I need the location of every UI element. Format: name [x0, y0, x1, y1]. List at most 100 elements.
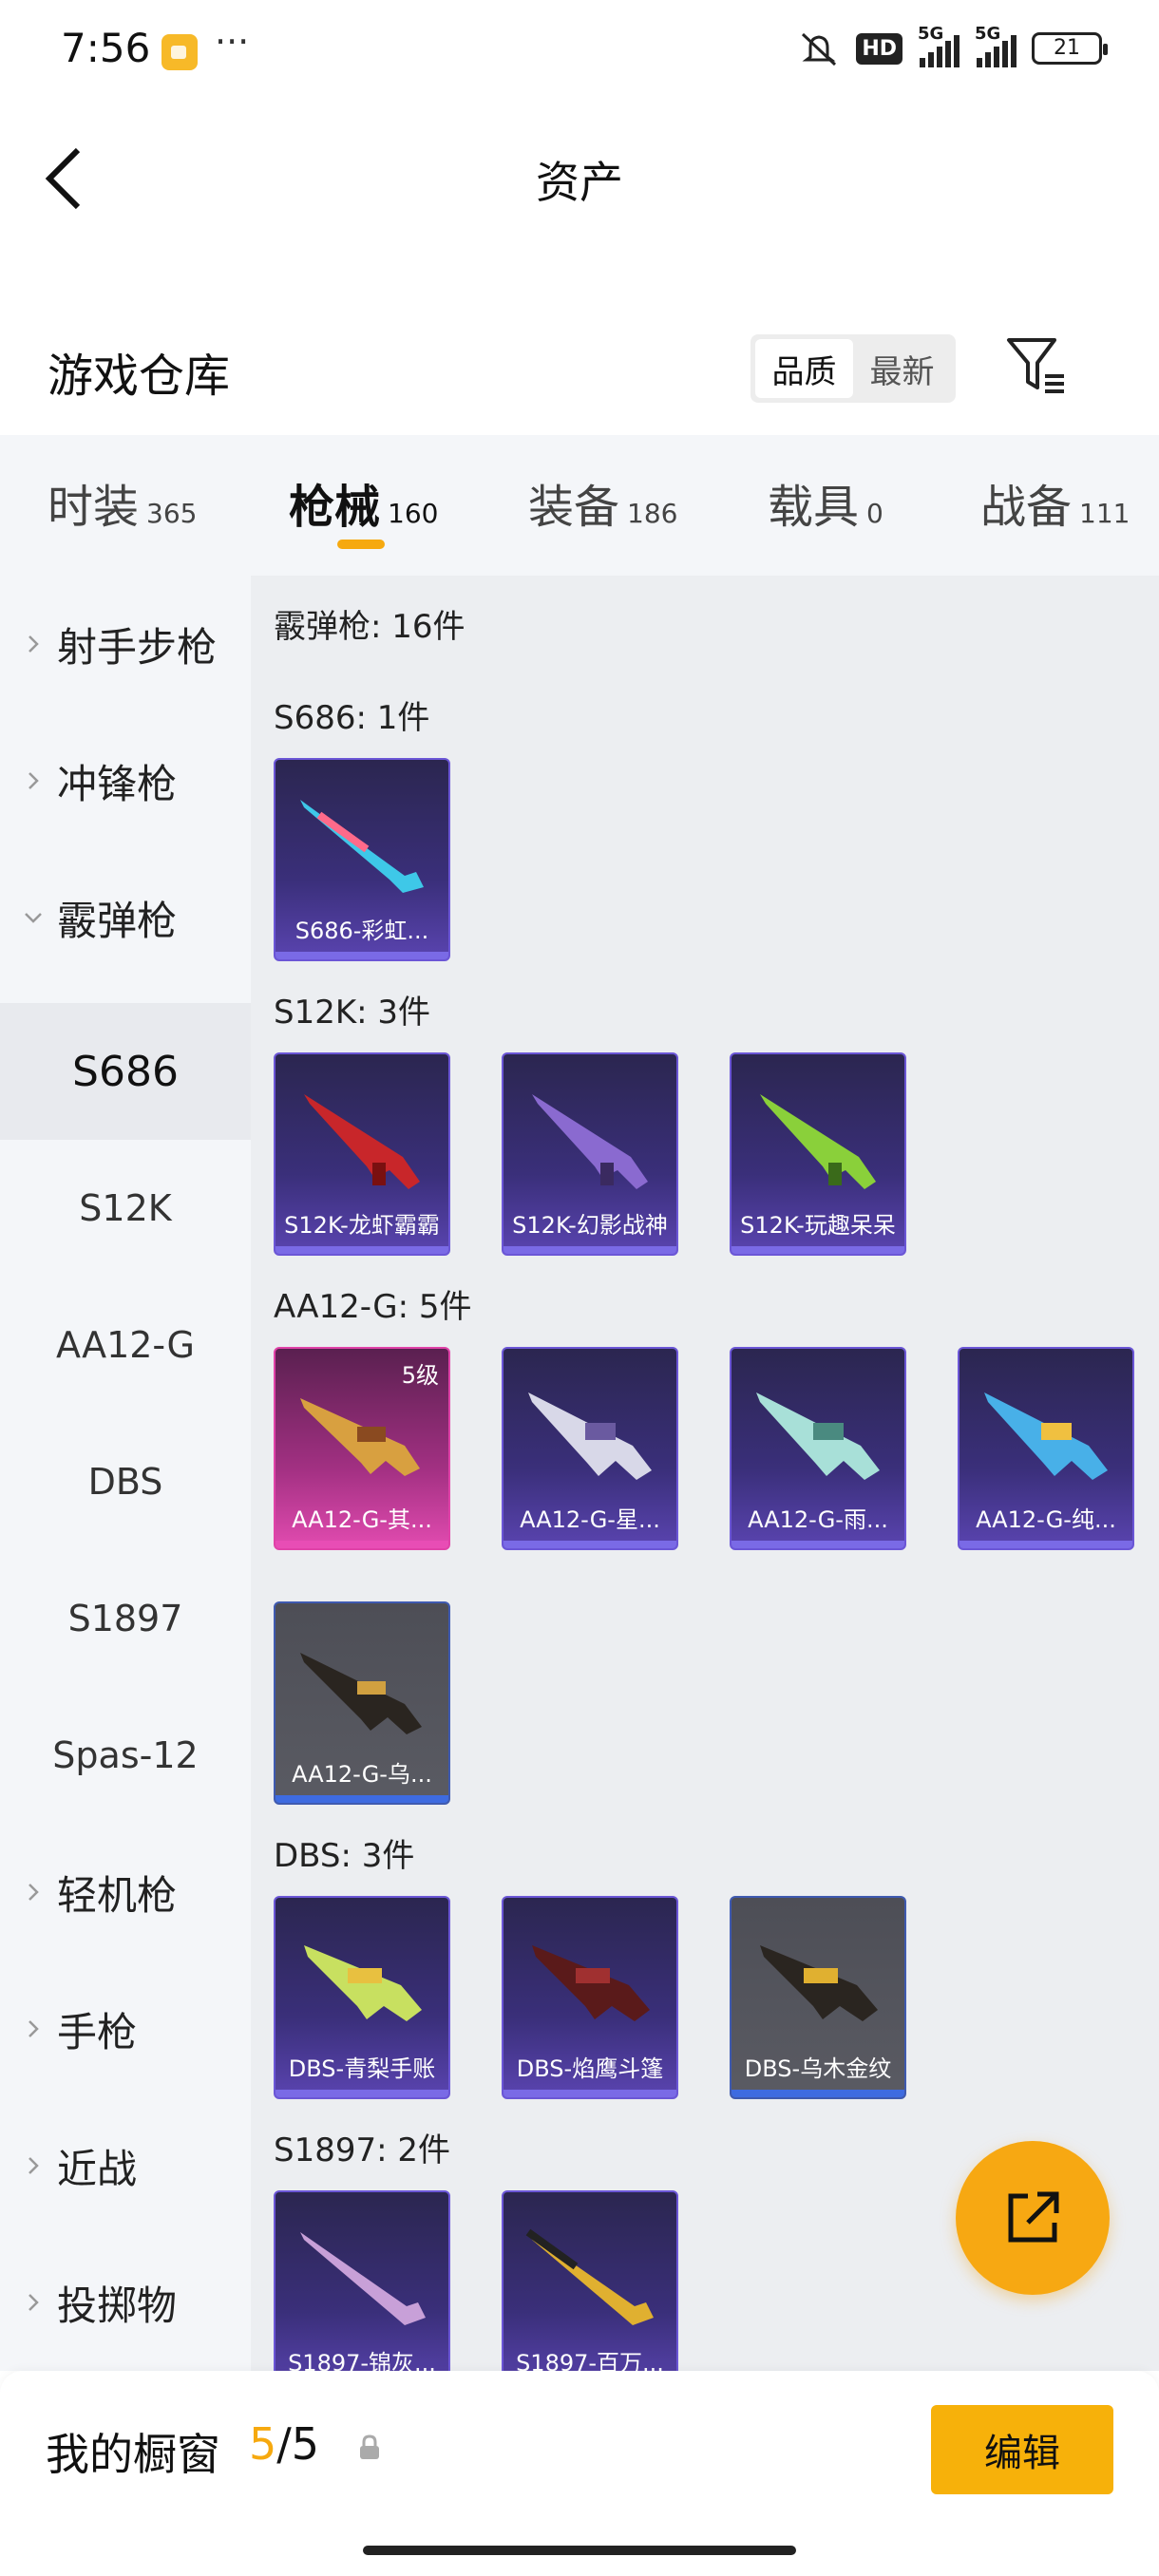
shotgun-skin-image: [760, 1094, 876, 1189]
tab-equipment[interactable]: 装备 186: [528, 469, 677, 536]
sidebar-subitem-spas12[interactable]: Spas-12: [0, 1687, 251, 1824]
weapon-card-label: S1897-百万...: [516, 2350, 664, 2371]
sidebar-item-label: 手枪: [57, 2008, 138, 2055]
weapon-card[interactable]: AA12-G-纯...: [958, 1347, 1134, 1550]
sidebar-subitem-label: S1897: [67, 1598, 183, 1639]
weapon-card[interactable]: AA12-G-雨...: [730, 1347, 906, 1550]
network-type-2: 5G: [975, 24, 1001, 44]
showcase-max: 5: [291, 2418, 320, 2470]
shotgun-skin-image: [528, 1392, 652, 1480]
chevron-right-icon: [28, 635, 39, 653]
tab-firearms[interactable]: 枪械 160: [289, 469, 438, 536]
sidebar-subitem-label: S12K: [79, 1187, 172, 1229]
sidebar-subitem-label: Spas-12: [52, 1734, 199, 1776]
sidebar-item-throwables[interactable]: 投掷物: [0, 2234, 251, 2371]
more-notifications-icon: ···: [215, 21, 250, 63]
sidebar-subitem-label: AA12-G: [56, 1324, 195, 1366]
chevron-down-icon: [25, 913, 42, 923]
group-title-dbs: DBS: 3件: [274, 1837, 415, 1875]
edit-button[interactable]: 编辑: [931, 2405, 1113, 2494]
page-title: 资产: [536, 157, 623, 208]
chevron-right-icon: [28, 1884, 39, 1901]
sidebar-subitem-s686[interactable]: S686: [0, 1003, 251, 1140]
sidebar-item-label: 投掷物: [57, 2282, 178, 2329]
group-title-s686: S686: 1件: [274, 699, 430, 737]
group-title-s12k: S12K: 3件: [274, 994, 431, 1032]
weapon-card[interactable]: S1897-锦灰...: [274, 2190, 450, 2371]
tab-fashion[interactable]: 时装 365: [48, 469, 197, 536]
tab-label: 枪械: [289, 481, 381, 534]
sidebar-item-label: 冲锋枪: [57, 760, 178, 807]
weapon-card-label: DBS-青梨手账: [288, 2055, 436, 2082]
share-button[interactable]: [956, 2141, 1110, 2295]
weapon-grid: 霰弹枪: 16件 S686: 1件 S686-彩虹... S12K: 3件 S1…: [251, 576, 1159, 2371]
weapon-card-label: AA12-G-星...: [520, 1506, 660, 1533]
weapon-category-sidebar: 射手步枪 冲锋枪 霰弹枪 S686 S12K AA12-G DBS S1897 …: [0, 576, 251, 2371]
lock-icon: [360, 2434, 379, 2459]
weapon-card-label: S686-彩虹...: [294, 918, 429, 944]
weapon-card[interactable]: AA12-G-乌...: [274, 1601, 450, 1805]
section-title: 游戏仓库: [48, 350, 231, 403]
weapon-card[interactable]: DBS-乌木金纹: [730, 1896, 906, 2099]
mute-icon: [802, 32, 837, 66]
tab-count: 186: [627, 498, 678, 529]
weapon-card[interactable]: S12K-玩趣呆呆: [730, 1052, 906, 1256]
sidebar-item-label: 近战: [57, 2145, 138, 2192]
group-title-s1897: S1897: 2件: [274, 2131, 451, 2169]
sidebar-subitem-s1897[interactable]: S1897: [0, 1550, 251, 1687]
weapon-card[interactable]: 5级 AA12-G-其...: [274, 1347, 450, 1550]
shotgun-skin-image: [984, 1392, 1108, 1480]
weapon-card[interactable]: S12K-龙虾霸霸: [274, 1052, 450, 1256]
status-time: 7:56: [61, 25, 151, 71]
tab-count: 160: [388, 498, 439, 529]
tab-label: 战备: [980, 481, 1073, 534]
shotgun-skin-image: [525, 2228, 654, 2325]
sidebar-item-pistol[interactable]: 手枪: [0, 1960, 251, 2097]
weapon-card-label: S12K-玩趣呆呆: [740, 1212, 896, 1239]
sidebar-item-melee[interactable]: 近战: [0, 2097, 251, 2234]
weapon-card[interactable]: S12K-幻影战神: [502, 1052, 678, 1256]
weapon-card[interactable]: S1897-百万...: [502, 2190, 678, 2371]
network-type-1: 5G: [918, 24, 944, 44]
sidebar-item-dmr[interactable]: 射手步枪: [0, 576, 251, 712]
category-summary: 霰弹枪: 16件: [274, 608, 466, 646]
sort-by-quality[interactable]: 品质: [755, 339, 853, 398]
weapon-card[interactable]: DBS-焰鹰斗篷: [502, 1896, 678, 2099]
tab-label: 载具: [768, 481, 860, 534]
sidebar-item-shotgun[interactable]: 霰弹枪: [0, 849, 251, 986]
shotgun-skin-image: [760, 1945, 878, 2021]
signal-1-icon: 5G: [918, 24, 960, 67]
weapon-card-label: S1897-锦灰...: [288, 2350, 436, 2371]
shotgun-skin-image: [300, 800, 424, 893]
tab-vehicles[interactable]: 载具 0: [768, 469, 884, 536]
sidebar-subitem-aa12g[interactable]: AA12-G: [0, 1277, 251, 1413]
category-tabs: 时装 365 枪械 160 装备 186 载具 0 战备 111: [0, 435, 1159, 576]
group-title-aa12g: AA12-G: 5件: [274, 1288, 472, 1326]
shotgun-skin-image: [304, 1094, 420, 1189]
shotgun-skin-image: [300, 1653, 422, 1734]
sidebar-item-lmg[interactable]: 轻机枪: [0, 1824, 251, 1960]
shotgun-skin-image: [304, 1945, 422, 2021]
weapon-card-label: AA12-G-雨...: [748, 1506, 888, 1533]
sort-by-newest[interactable]: 最新: [853, 339, 951, 398]
weapon-card-label: DBS-乌木金纹: [744, 2055, 892, 2082]
weapon-card[interactable]: S686-彩虹...: [274, 758, 450, 961]
filter-icon[interactable]: [1005, 334, 1068, 397]
sidebar-subitem-s12k[interactable]: S12K: [0, 1140, 251, 1277]
tab-count: 111: [1079, 498, 1130, 529]
sidebar-item-smg[interactable]: 冲锋枪: [0, 712, 251, 849]
shotgun-skin-image: [300, 2232, 426, 2325]
tab-count: 0: [866, 498, 884, 529]
weapon-card[interactable]: DBS-青梨手账: [274, 1896, 450, 2099]
weapon-card-label: DBS-焰鹰斗篷: [516, 2055, 664, 2082]
weapon-card[interactable]: AA12-G-星...: [502, 1347, 678, 1550]
tab-tactical[interactable]: 战备 111: [980, 469, 1130, 536]
home-indicator[interactable]: [363, 2546, 796, 2555]
shotgun-skin-image: [532, 1945, 650, 2021]
weapon-card-label: S12K-幻影战神: [512, 1212, 668, 1239]
sidebar-subitem-dbs[interactable]: DBS: [0, 1413, 251, 1550]
showcase-separator: /: [276, 2418, 292, 2470]
tab-label: 时装: [48, 481, 140, 534]
sidebar-subitem-label: DBS: [87, 1461, 163, 1503]
chevron-right-icon: [28, 2294, 39, 2311]
